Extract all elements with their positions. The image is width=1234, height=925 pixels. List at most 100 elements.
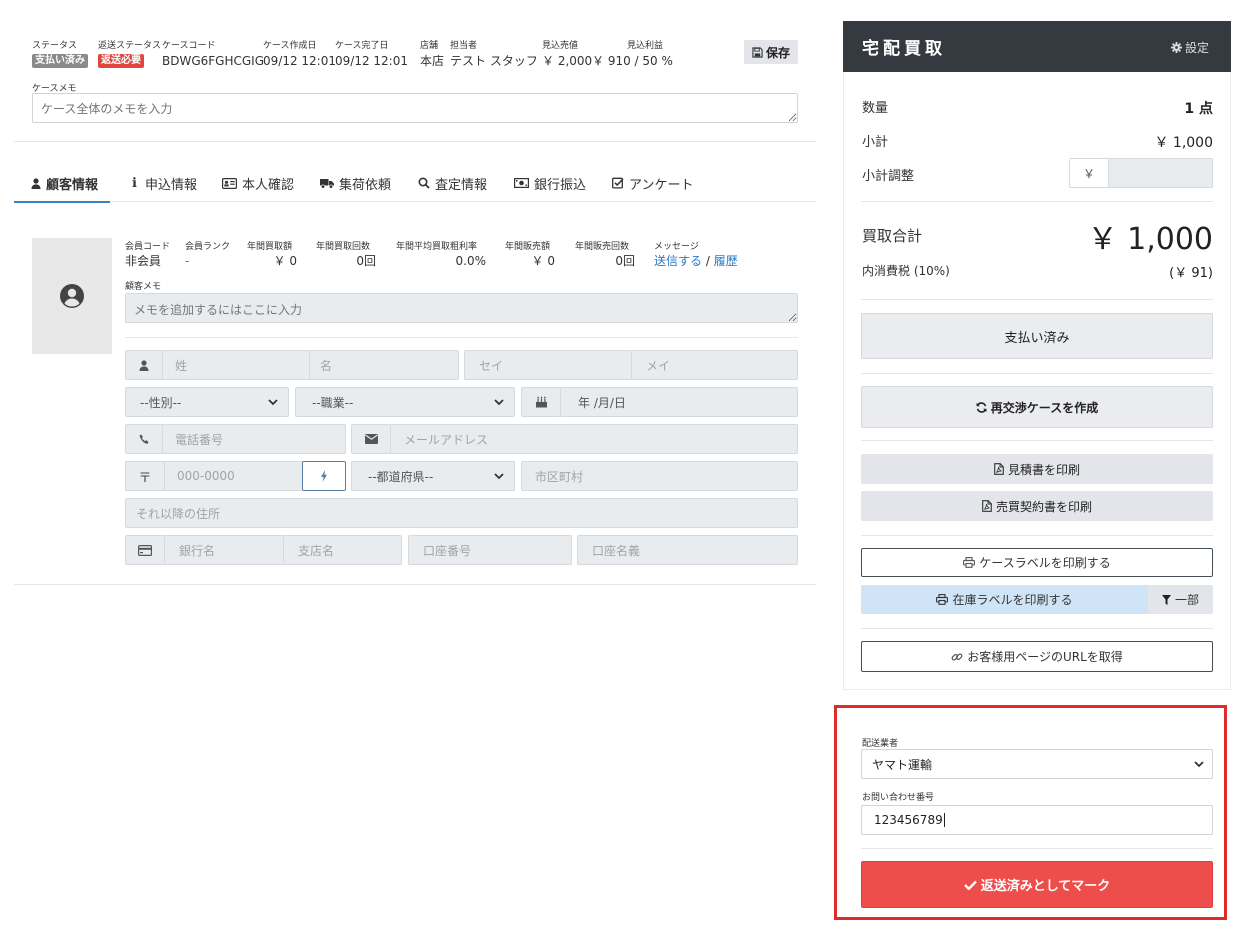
tab-label: 集荷依頼: [339, 177, 392, 193]
last-name-kana-input[interactable]: セイ: [464, 350, 632, 380]
chevron-down-icon: [494, 398, 504, 406]
branch-name-input[interactable]: 支店名: [283, 535, 402, 565]
bank-addon: [125, 535, 165, 565]
send-message-link[interactable]: 送信する: [654, 254, 702, 268]
carrier-select[interactable]: ヤマト運輸: [861, 749, 1213, 779]
panel-divider: [861, 440, 1213, 441]
tracking-number-input[interactable]: 123456789: [861, 805, 1213, 835]
print-stock-label-button[interactable]: 在庫ラベルを印刷する: [861, 585, 1148, 614]
postal-code-input[interactable]: 000-0000: [164, 461, 304, 491]
postal-lookup-button[interactable]: [302, 461, 346, 491]
mark-returned-label: 返送済みとしてマーク: [980, 879, 1111, 894]
user-circle-icon: [59, 283, 85, 309]
link-icon: [951, 651, 963, 663]
job-select[interactable]: --職業--: [295, 387, 515, 417]
print-case-label-button[interactable]: ケースラベルを印刷する: [861, 548, 1213, 577]
city-input[interactable]: 市区町村: [521, 461, 798, 491]
check-icon: [963, 880, 977, 890]
first-name-kana-input[interactable]: メイ: [631, 350, 798, 380]
panel-header: 宅配買取 設定: [843, 21, 1231, 72]
settings-button[interactable]: 設定: [1170, 39, 1209, 56]
member-code-value: 非会員: [125, 254, 162, 268]
tab-identity-check[interactable]: 本人確認: [222, 164, 294, 202]
completed-label: ケース完了日: [335, 41, 389, 51]
member-rank-stat: 会員ランク -: [185, 241, 230, 269]
tracking-label: お問い合わせ番号: [862, 793, 935, 803]
tab-label: 顧客情報: [46, 177, 99, 193]
message-links: 送信する / 履歴: [654, 253, 738, 269]
account-number-input[interactable]: 口座番号: [408, 535, 572, 565]
panel-divider: [861, 299, 1213, 300]
mark-returned-button[interactable]: 返送済みとしてマーク: [861, 861, 1213, 908]
last-name-input[interactable]: 姓: [162, 350, 310, 380]
member-rank-value: -: [185, 254, 190, 268]
tab-label: アンケート: [629, 177, 694, 193]
save-button[interactable]: 保存: [744, 40, 798, 64]
partial-filter-label: 一部: [1174, 593, 1199, 607]
panel-divider: [861, 201, 1213, 202]
case-code: BDWG6FGHCGIG: [162, 54, 265, 68]
annual-sales-label: 年間販売額: [505, 242, 551, 252]
panel-divider: [861, 848, 1213, 849]
annual-purchase-count-value: 0回: [356, 254, 376, 268]
tab-customer-info[interactable]: 顧客情報: [14, 164, 111, 203]
address-input[interactable]: それ以降の住所: [125, 498, 798, 528]
id-card-icon: [222, 177, 237, 189]
email-input[interactable]: メールアドレス: [390, 424, 798, 454]
account-name-input[interactable]: 口座名義: [577, 535, 798, 565]
file-pdf-icon: [994, 463, 1004, 475]
return-status-badge: 返送必要: [98, 54, 144, 68]
postal-addon: 〒: [125, 461, 165, 491]
customer-memo-input[interactable]: [125, 293, 798, 323]
print-contract-button[interactable]: 売買契約書を印刷: [861, 491, 1213, 521]
job-select-value: --職業--: [312, 395, 354, 410]
tab-appraisal-info[interactable]: 査定情報: [418, 164, 487, 202]
first-name-input[interactable]: 名: [309, 350, 459, 380]
tab-label: 本人確認: [242, 177, 295, 193]
expected-profit-column: 見込利益 ￥ 910 / 50 %: [592, 40, 673, 70]
tab-survey[interactable]: アンケート: [612, 164, 693, 202]
search-icon: [418, 177, 430, 189]
panel-divider: [861, 628, 1213, 629]
partial-filter-button[interactable]: 一部: [1148, 585, 1213, 614]
subtotal-adjust-input[interactable]: [1108, 158, 1213, 188]
subtotal-adjust-label: 小計調整: [862, 169, 915, 184]
customer-url-button[interactable]: お客様用ページのURLを取得: [861, 641, 1213, 672]
annual-margin-stat: 年間平均買取粗利率 0.0%: [396, 241, 486, 269]
return-status-label: 返送ステータス: [98, 41, 162, 51]
tab-application-info[interactable]: ℹ 申込情報: [129, 164, 197, 202]
gender-select[interactable]: --性別--: [125, 387, 289, 417]
prefecture-select[interactable]: --都道府県--: [351, 461, 515, 491]
message-label: メッセージ: [654, 242, 699, 252]
paid-button[interactable]: 支払い済み: [861, 313, 1213, 359]
envelope-icon: [364, 434, 378, 444]
email-addon: [351, 424, 391, 454]
tab-bank-transfer[interactable]: 銀行振込: [514, 164, 586, 202]
created-column: ケース作成日 09/12 12:01: [263, 40, 336, 70]
message-stat: メッセージ 送信する / 履歴: [654, 241, 738, 269]
chevron-down-icon: [268, 398, 278, 406]
truck-icon: [320, 178, 334, 189]
status-label: ステータス: [32, 41, 78, 51]
print-contract-label: 売買契約書を印刷: [995, 499, 1092, 514]
carrier-select-value: ヤマト運輸: [872, 757, 933, 772]
paid-button-label: 支払い済み: [1004, 330, 1070, 346]
tab-pickup-request[interactable]: 集荷依頼: [320, 164, 391, 202]
panel-divider: [861, 535, 1213, 536]
renegotiate-button[interactable]: 再交渉ケースを作成: [861, 386, 1213, 428]
member-code-stat: 会員コード 非会員: [125, 241, 170, 269]
store-label: 店舗: [420, 41, 439, 51]
phone-input[interactable]: 電話番号: [162, 424, 346, 454]
birthday-input[interactable]: 年 /月/日: [560, 387, 798, 417]
member-code-label: 会員コード: [125, 242, 171, 252]
prefecture-select-value: --都道府県--: [368, 469, 434, 484]
customer-url-label: お客様用ページのURLを取得: [967, 650, 1123, 664]
quantity-label: 数量: [862, 101, 889, 116]
expected-sale: ￥ 2,000: [542, 54, 593, 68]
total-value: ￥ 1,000: [1087, 222, 1213, 257]
case-memo-input[interactable]: [32, 93, 798, 123]
bank-name-input[interactable]: 銀行名: [164, 535, 284, 565]
save-button-label: 保存: [765, 45, 790, 60]
print-estimate-button[interactable]: 見積書を印刷: [861, 454, 1213, 484]
message-history-link[interactable]: 履歴: [714, 254, 738, 268]
